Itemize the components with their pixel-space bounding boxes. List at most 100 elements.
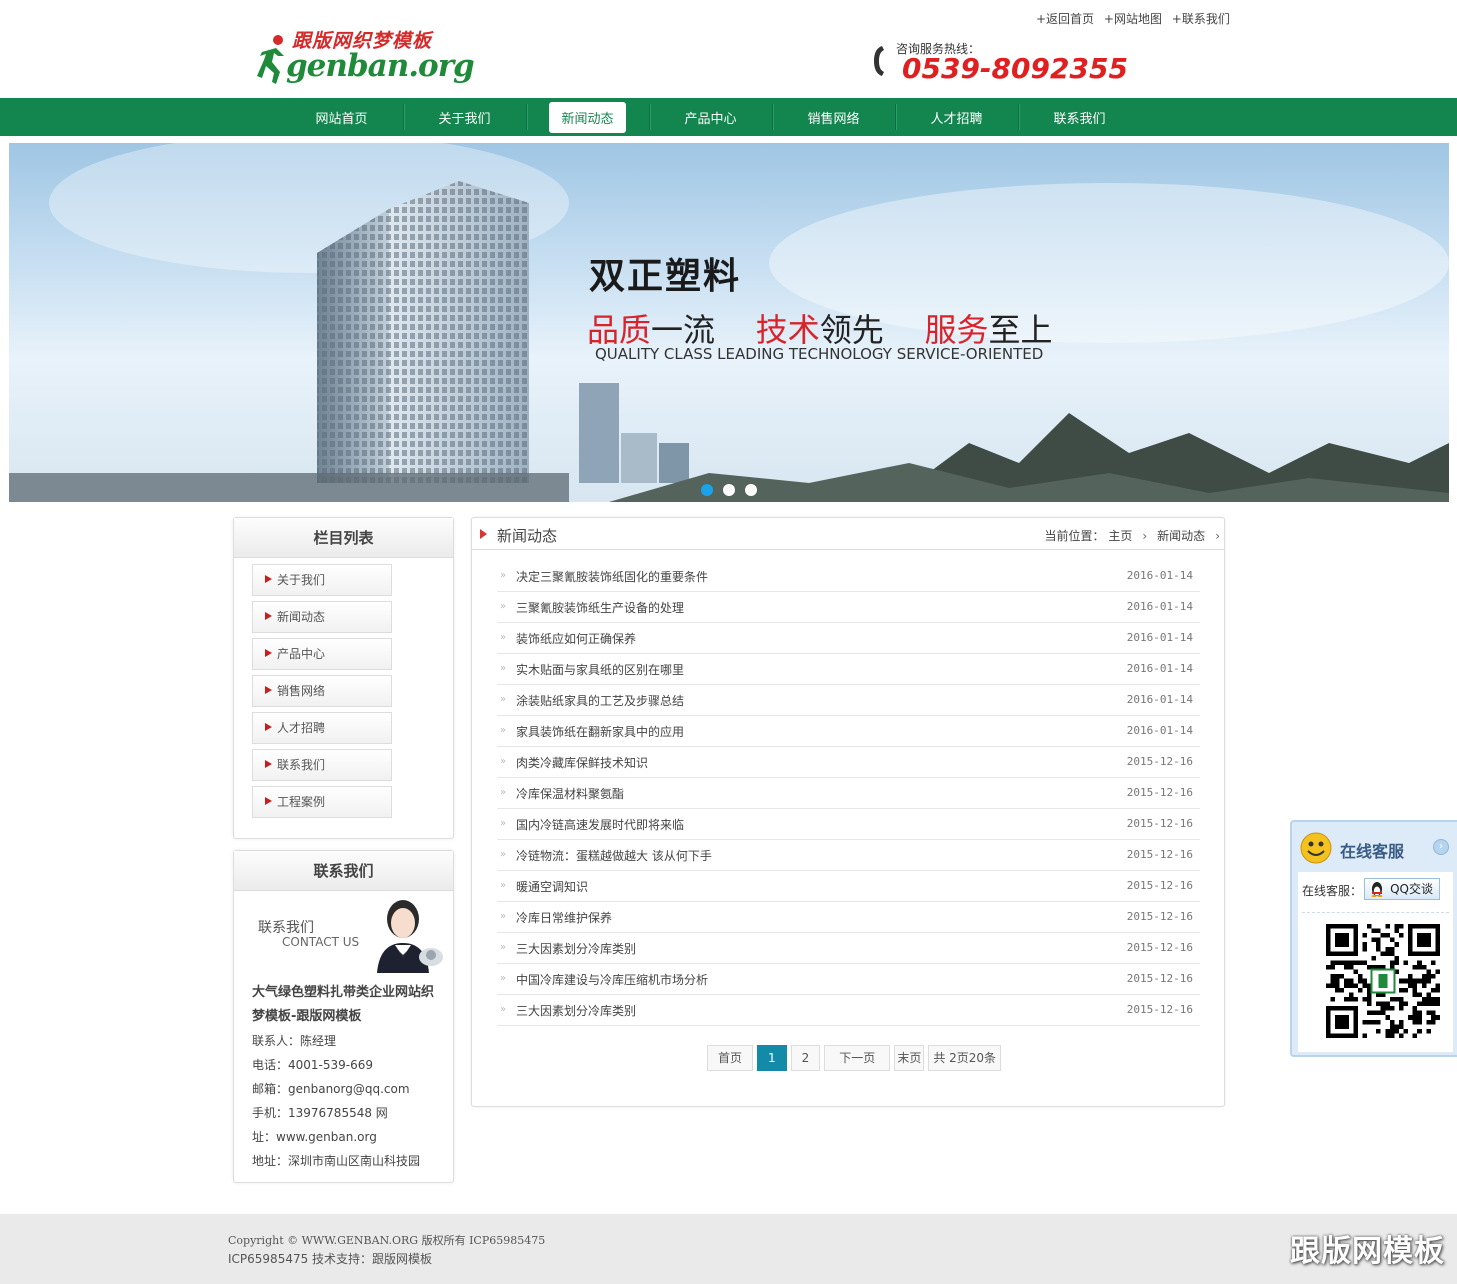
nav-item-about[interactable]: 关于我们	[403, 98, 526, 136]
news-title[interactable]: 装饰纸应如何正确保养	[516, 630, 636, 647]
carousel-dot[interactable]	[745, 484, 757, 496]
news-row[interactable]: » 实木贴面与家具纸的区别在哪里 2016-01-14	[497, 654, 1200, 685]
news-title[interactable]: 实木贴面与家具纸的区别在哪里	[516, 661, 684, 678]
collapse-arrow-icon[interactable]: ›	[1433, 839, 1449, 855]
double-chevron-icon: »	[500, 849, 506, 860]
news-row[interactable]: » 三大因素划分冷库类别 2015-12-16	[497, 933, 1200, 964]
news-row[interactable]: » 三聚氰胺装饰纸生产设备的处理 2016-01-14	[497, 592, 1200, 623]
news-date: 2016-01-14	[1126, 724, 1193, 737]
nav-item-contact[interactable]: 联系我们	[1018, 98, 1141, 136]
footer-copyright: Copyright © WWW.GENBAN.ORG 版权所有 ICP65985…	[228, 1234, 546, 1247]
news-title[interactable]: 肉类冷藏库保鲜技术知识	[516, 754, 648, 771]
category-item-cases[interactable]: 工程案例	[252, 786, 392, 818]
news-date: 2016-01-14	[1126, 600, 1193, 613]
news-title[interactable]: 三大因素划分冷库类别	[516, 940, 636, 957]
contact-line-mobile: 手机：13976785548 网	[252, 1106, 388, 1120]
news-title[interactable]: 中国冷库建设与冷库压缩机市场分析	[516, 971, 708, 988]
news-row[interactable]: » 决定三聚氰胺装饰纸固化的重要条件 2016-01-14	[497, 561, 1200, 592]
nav-label[interactable]: 关于我们	[426, 102, 502, 133]
slogan-red: 服务	[924, 311, 989, 349]
category-panel-title: 栏目列表	[234, 518, 453, 558]
contact-line-website: 址：www.genban.org	[252, 1130, 377, 1144]
carousel-dot[interactable]	[723, 484, 735, 496]
double-chevron-icon: »	[500, 756, 506, 767]
nav-label[interactable]: 网站首页	[303, 102, 379, 133]
news-title[interactable]: 涂装贴纸家具的工艺及步骤总结	[516, 692, 684, 709]
category-item-contact[interactable]: 联系我们	[252, 749, 392, 781]
nav-item-home[interactable]: 网站首页	[280, 98, 403, 136]
top-link-contact[interactable]: +联系我们	[1172, 12, 1230, 26]
news-date: 2015-12-16	[1126, 941, 1193, 954]
category-item-news[interactable]: 新闻动态	[252, 601, 392, 633]
category-item-jobs[interactable]: 人才招聘	[252, 712, 392, 744]
nav-item-jobs[interactable]: 人才招聘	[895, 98, 1018, 136]
category-item-sales[interactable]: 销售网络	[252, 675, 392, 707]
contact-panel-title: 联系我们	[234, 851, 453, 891]
nav-item-products[interactable]: 产品中心	[649, 98, 772, 136]
news-row[interactable]: » 冷库保温材料聚氨酯 2015-12-16	[497, 778, 1200, 809]
news-title[interactable]: 三大因素划分冷库类别	[516, 1002, 636, 1019]
qq-chat-button[interactable]: QQ交谈	[1364, 878, 1440, 900]
news-row[interactable]: » 肉类冷藏库保鲜技术知识 2015-12-16	[497, 747, 1200, 778]
news-list: » 决定三聚氰胺装饰纸固化的重要条件 2016-01-14 » 三聚氰胺装饰纸生产设备的…	[497, 561, 1200, 1026]
pager-page-2[interactable]: 2	[790, 1045, 821, 1071]
qq-penguin-icon	[1371, 882, 1383, 897]
news-panel-header: 新闻动态 当前位置： 主页 › 新闻动态 ›	[472, 518, 1224, 550]
hotline: 咨询服务热线： 0539-8092355	[872, 40, 1142, 88]
nav-label[interactable]: 人才招聘	[918, 102, 994, 133]
news-row[interactable]: » 冷链物流：蛋糕越做越大 该从何下手 2015-12-16	[497, 840, 1200, 871]
hero-banner[interactable]: 双正塑料 品质一流 技术领先 服务至上 QUALITY CLASS LEADIN…	[9, 143, 1449, 502]
category-item-about[interactable]: 关于我们	[252, 564, 392, 596]
news-title[interactable]: 冷链物流：蛋糕越做越大 该从何下手	[516, 847, 712, 864]
footer: Copyright © WWW.GENBAN.ORG 版权所有 ICP65985…	[0, 1214, 1457, 1284]
service-label: 在线客服：	[1302, 884, 1363, 898]
nav-label[interactable]: 产品中心	[672, 102, 748, 133]
news-row[interactable]: » 暖通空调知识 2015-12-16	[497, 871, 1200, 902]
news-title[interactable]: 三聚氰胺装饰纸生产设备的处理	[516, 599, 684, 616]
pager-first[interactable]: 首页	[707, 1045, 754, 1071]
slogan-red: 技术	[755, 311, 820, 349]
breadcrumb-news[interactable]: 新闻动态	[1157, 529, 1205, 543]
news-row[interactable]: » 三大因素划分冷库类别 2015-12-16	[497, 995, 1200, 1026]
qr-code-icon	[1326, 924, 1440, 1038]
double-chevron-icon: »	[500, 694, 506, 705]
news-row[interactable]: » 装饰纸应如何正确保养 2016-01-14	[497, 623, 1200, 654]
pager-page-1[interactable]: 1	[757, 1045, 787, 1071]
slogan-black: 一流	[651, 311, 716, 349]
double-chevron-icon: »	[500, 632, 506, 643]
news-title[interactable]: 暖通空调知识	[516, 878, 588, 895]
breadcrumb-label: 当前位置：	[1044, 529, 1105, 543]
smiley-icon	[1300, 832, 1332, 864]
nav-item-sales[interactable]: 销售网络	[772, 98, 895, 136]
double-chevron-icon: »	[500, 973, 506, 984]
news-date: 2016-01-14	[1126, 631, 1193, 644]
divider	[1302, 912, 1449, 913]
pager-last[interactable]: 末页	[894, 1045, 925, 1071]
breadcrumb-home[interactable]: 主页	[1108, 529, 1132, 543]
news-title[interactable]: 国内冷链高速发展时代即将来临	[516, 816, 684, 833]
news-title[interactable]: 决定三聚氰胺装饰纸固化的重要条件	[516, 568, 708, 585]
pager-next[interactable]: 下一页	[824, 1045, 891, 1071]
nav-label[interactable]: 联系我们	[1041, 102, 1117, 133]
company-name: 大气绿色塑料扎带类企业网站织梦模板-跟版网模板	[252, 985, 435, 1024]
news-title[interactable]: 冷库日常维护保养	[516, 909, 612, 926]
site-logo[interactable]: 跟版网织梦模板 genban.org	[256, 26, 475, 88]
phone-icon	[874, 46, 884, 76]
category-item-products[interactable]: 产品中心	[252, 638, 392, 670]
top-link-home[interactable]: +返回首页	[1036, 12, 1094, 26]
news-title[interactable]: 冷库保温材料聚氨酯	[516, 785, 624, 802]
category-panel: 栏目列表 关于我们 新闻动态 产品中心 销售网络 人才招聘 联系我们 工程案例	[233, 517, 454, 839]
news-row[interactable]: » 家具装饰纸在翻新家具中的应用 2016-01-14	[497, 716, 1200, 747]
nav-item-news[interactable]: 新闻动态	[526, 98, 649, 136]
carousel-dots	[701, 484, 757, 496]
service-title: 在线客服	[1340, 842, 1405, 861]
news-title[interactable]: 家具装饰纸在翻新家具中的应用	[516, 723, 684, 740]
news-row[interactable]: » 涂装贴纸家具的工艺及步骤总结 2016-01-14	[497, 685, 1200, 716]
nav-label[interactable]: 新闻动态	[549, 101, 626, 133]
news-row[interactable]: » 中国冷库建设与冷库压缩机市场分析 2015-12-16	[497, 964, 1200, 995]
news-row[interactable]: » 冷库日常维护保养 2015-12-16	[497, 902, 1200, 933]
news-row[interactable]: » 国内冷链高速发展时代即将来临 2015-12-16	[497, 809, 1200, 840]
top-link-sitemap[interactable]: +网站地图	[1104, 12, 1162, 26]
nav-label[interactable]: 销售网络	[795, 102, 871, 133]
carousel-dot[interactable]	[701, 484, 713, 496]
